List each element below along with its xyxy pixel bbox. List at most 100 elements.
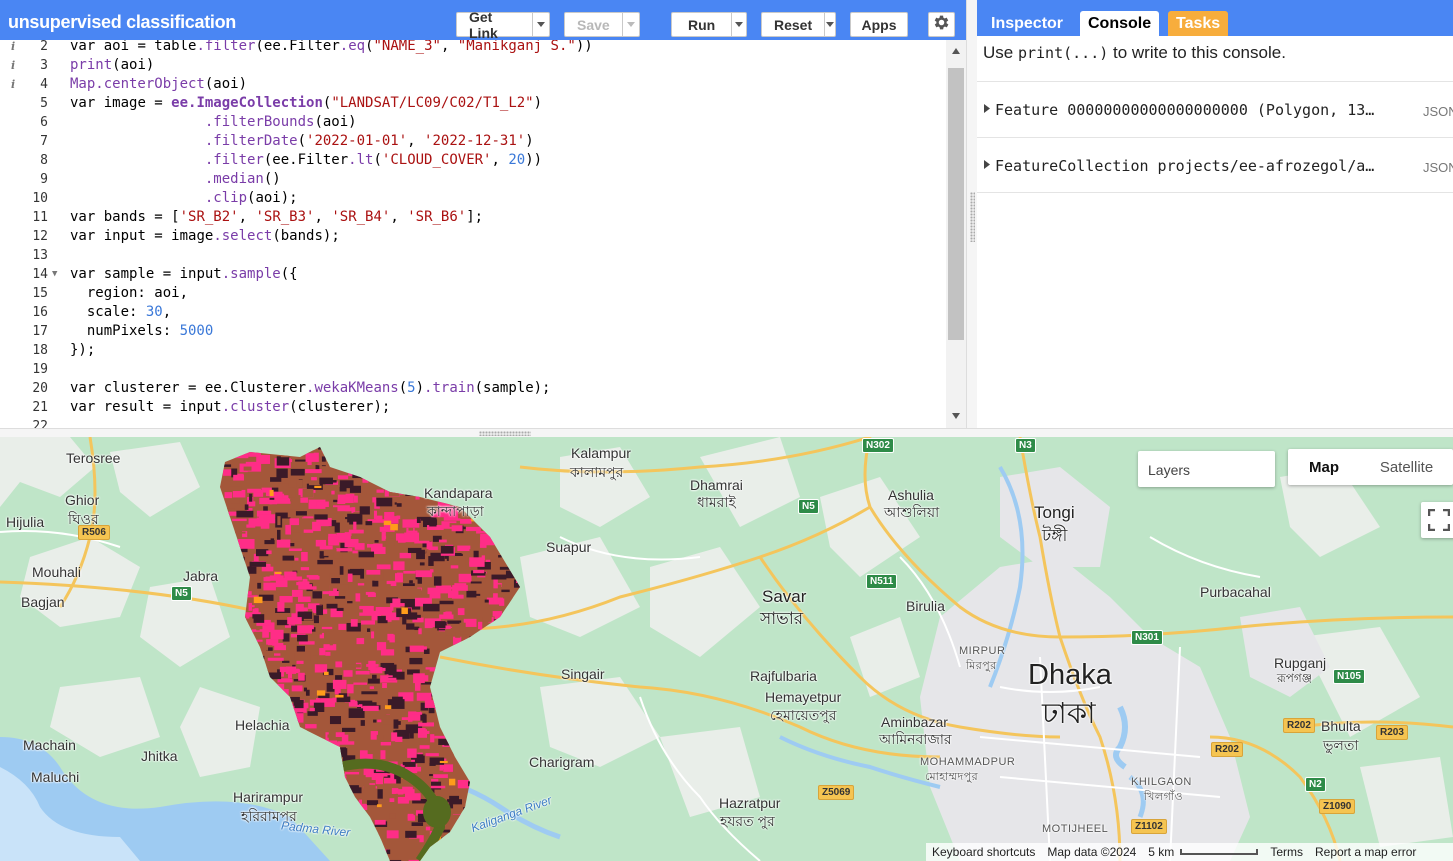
expand-triangle-icon[interactable]: [984, 104, 990, 113]
road-shield-n5: N5: [798, 499, 819, 514]
code-text[interactable]: var result = input.cluster(clusterer);: [70, 398, 390, 417]
scale-bar: [1180, 849, 1259, 855]
place-kalampur-bn: কালামপুর: [570, 464, 624, 480]
chevron-down-icon[interactable]: [824, 13, 835, 36]
code-line[interactable]: 5 var image = ee.ImageCollection("LANDSAT…: [0, 94, 946, 113]
line-number: 14: [32, 267, 48, 282]
code-line[interactable]: 12 var input = image.select(bands);: [0, 227, 946, 246]
reset-label: Reset: [774, 16, 813, 33]
terms-link[interactable]: Terms: [1270, 845, 1303, 859]
code-line[interactable]: i 2 var aoi = table.filter(ee.Filter.eq("N…: [0, 40, 946, 56]
code-text[interactable]: var clusterer = ee.Clusterer.wekaKMeans(…: [70, 379, 550, 398]
vertical-splitter[interactable]: [966, 0, 977, 428]
scroll-down-icon[interactable]: [952, 413, 960, 419]
code-text[interactable]: .median(): [70, 170, 281, 189]
place-mirpur: MIRPUR: [959, 645, 1006, 657]
settings-button[interactable]: [928, 12, 955, 37]
line-number: 16: [32, 305, 48, 320]
fullscreen-button[interactable]: [1421, 502, 1453, 538]
code-text[interactable]: .filter(ee.Filter.lt('CLOUD_COVER', 20)): [70, 151, 542, 170]
tab-tasks[interactable]: Tasks: [1168, 11, 1229, 36]
tab-inspector[interactable]: Inspector: [983, 11, 1071, 36]
code-line[interactable]: i 4 Map.centerObject(aoi): [0, 75, 946, 94]
layers-control[interactable]: Layers: [1138, 451, 1275, 487]
json-link[interactable]: JSON: [1423, 104, 1453, 119]
place-dhamrai-bn: ধামরাই: [697, 494, 736, 510]
keyboard-shortcuts-link[interactable]: Keyboard shortcuts: [932, 845, 1035, 859]
code-text[interactable]: scale: 30,: [70, 303, 171, 322]
code-text[interactable]: print(aoi): [70, 56, 154, 75]
code-line[interactable]: 21 var result = input.cluster(clusterer);: [0, 398, 946, 417]
code-text[interactable]: var aoi = table.filter(ee.Filter.eq("NAM…: [70, 40, 593, 56]
place-dhaka-bn: ঢাকা: [1042, 698, 1096, 730]
console-row-text[interactable]: FeatureCollection projects/ee-afrozegol/…: [995, 157, 1403, 175]
chevron-down-icon[interactable]: [621, 13, 639, 36]
code-editor-panel: unsupervised classification Get Link Sav…: [0, 0, 966, 428]
code-line[interactable]: 17 numPixels: 5000: [0, 322, 946, 341]
code-text[interactable]: .filterDate('2022-01-01', '2022-12-31'): [70, 132, 534, 151]
code-line[interactable]: 19: [0, 360, 946, 379]
code-line[interactable]: 10 .clip(aoi);: [0, 189, 946, 208]
scale-label[interactable]: 5 km: [1148, 845, 1174, 859]
place-charigram: Charigram: [529, 754, 595, 770]
code-text[interactable]: .filterBounds(aoi): [70, 113, 357, 132]
code-text[interactable]: .clip(aoi);: [70, 189, 298, 208]
place-ashulia-bn: আশুলিয়া: [884, 504, 940, 520]
code-line[interactable]: 15 region: aoi,: [0, 284, 946, 303]
code-text[interactable]: Map.centerObject(aoi): [70, 75, 247, 94]
road-shield-n301: N301: [1131, 630, 1163, 645]
code-line[interactable]: i 3 print(aoi): [0, 56, 946, 75]
scroll-up-icon[interactable]: [952, 48, 960, 54]
code-line[interactable]: 11 var bands = ['SR_B2', 'SR_B3', 'SR_B4'…: [0, 208, 946, 227]
console-row-feature[interactable]: Feature 00000000000000000000 (Polygon, 1…: [977, 81, 1453, 137]
expand-triangle-icon[interactable]: [984, 160, 990, 169]
code-line[interactable]: 16 scale: 30,: [0, 303, 946, 322]
report-map-error-link[interactable]: Report a map error: [1315, 845, 1416, 859]
json-link[interactable]: JSON: [1423, 160, 1453, 175]
fold-toggle-icon[interactable]: ▼: [52, 265, 57, 284]
code-text[interactable]: var bands = ['SR_B2', 'SR_B3', 'SR_B4', …: [70, 208, 483, 227]
save-button[interactable]: Save: [564, 12, 640, 37]
chevron-down-icon[interactable]: [731, 13, 746, 36]
code-text[interactable]: var input = image.select(bands);: [70, 227, 340, 246]
code-line[interactable]: 14 ▼ var sample = input.sample({: [0, 265, 946, 284]
get-link-button[interactable]: Get Link: [456, 9, 550, 41]
tab-console[interactable]: Console: [1080, 11, 1160, 36]
line-number: 8: [40, 153, 48, 168]
horizontal-splitter[interactable]: [0, 428, 1453, 437]
script-title[interactable]: unsupervised classification: [8, 12, 236, 33]
code-line[interactable]: 18});: [0, 341, 946, 360]
code-text[interactable]: numPixels: 5000: [70, 322, 213, 341]
reset-button[interactable]: Reset: [761, 12, 836, 37]
code-area[interactable]: i 2 var aoi = table.filter(ee.Filter.eq("N…: [0, 40, 946, 428]
code-line[interactable]: 20 var clusterer = ee.Clusterer.wekaKMean…: [0, 379, 946, 398]
map-type-map-button[interactable]: Map: [1288, 449, 1360, 485]
console-row-featurecollection[interactable]: FeatureCollection projects/ee-afrozegol/…: [977, 137, 1453, 193]
place-singair: Singair: [561, 666, 605, 682]
place-rupganj-bn: রূপগঞ্জ: [1277, 671, 1313, 685]
code-text[interactable]: region: aoi,: [70, 284, 188, 303]
code-line[interactable]: 13: [0, 246, 946, 265]
run-button[interactable]: Run: [671, 12, 747, 37]
road-shield-n3: N3: [1015, 438, 1036, 453]
code-text[interactable]: var sample = input.sample({: [70, 265, 298, 284]
map-view[interactable]: Terosree Ghior ঘিওর Hijulia Mouhali Bagj…: [0, 437, 1453, 861]
apps-button[interactable]: Apps: [850, 12, 908, 37]
map-data-attribution: Map data ©2024: [1047, 845, 1137, 859]
line-number: 13: [32, 248, 48, 263]
code-line[interactable]: 22: [0, 417, 946, 428]
code-line[interactable]: 9 .median(): [0, 170, 946, 189]
console-row-text[interactable]: Feature 00000000000000000000 (Polygon, 1…: [995, 101, 1403, 119]
map-footer: Keyboard shortcuts Map data ©2024 5 km T…: [926, 843, 1453, 861]
map-type-satellite-button[interactable]: Satellite: [1360, 449, 1453, 485]
code-text[interactable]: var image = ee.ImageCollection("LANDSAT/…: [70, 94, 542, 113]
code-text[interactable]: });: [70, 341, 95, 360]
scrollbar-thumb[interactable]: [948, 68, 964, 340]
place-hemayetpur-bn: হেমায়েতপুর: [770, 707, 837, 723]
chevron-down-icon[interactable]: [531, 13, 549, 36]
editor-scrollbar[interactable]: [946, 40, 966, 428]
gear-icon: [932, 13, 951, 37]
code-line[interactable]: 8 .filter(ee.Filter.lt('CLOUD_COVER', 20…: [0, 151, 946, 170]
code-line[interactable]: 7 .filterDate('2022-01-01', '2022-12-31'…: [0, 132, 946, 151]
code-line[interactable]: 6 .filterBounds(aoi): [0, 113, 946, 132]
